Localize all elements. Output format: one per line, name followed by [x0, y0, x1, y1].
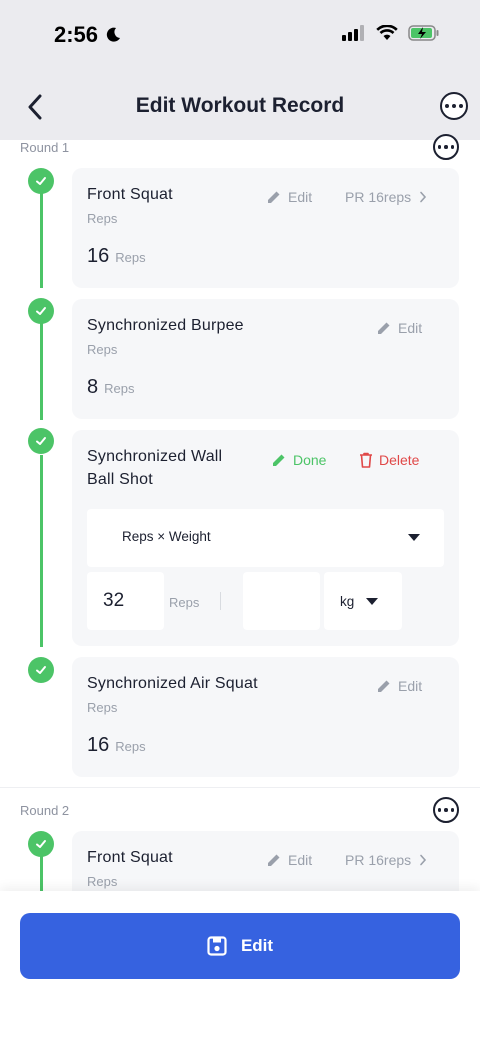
exercise-name: Synchronized Wall Ball Shot — [87, 445, 222, 491]
more-dot-icon — [459, 104, 463, 108]
bottom-bar: Edit — [0, 891, 480, 1041]
timeline-line — [40, 193, 43, 288]
exercise-value: 16 Reps — [87, 245, 146, 268]
exercise-value-number: 8 — [87, 376, 99, 398]
round-1-label: Round 1 — [20, 140, 70, 155]
exercise-card[interactable]: Synchronized Burpee Reps 8 Reps Edit — [72, 299, 459, 419]
caret-down-icon — [408, 534, 420, 541]
exercise-name-line: Synchronized Wall — [87, 448, 223, 465]
edit-button[interactable]: Edit — [376, 678, 422, 694]
pencil-icon — [268, 854, 280, 866]
cellular-signal-icon — [342, 25, 364, 41]
pr-link[interactable]: PR 16reps — [345, 852, 427, 868]
trash-icon — [360, 452, 372, 468]
more-dot-icon — [445, 104, 449, 108]
pencil-icon — [378, 680, 390, 692]
done-label: Done — [293, 452, 327, 468]
chevron-right-icon — [420, 854, 427, 866]
nav-bar: Edit Workout Record — [0, 72, 480, 140]
exercise-type: Reps — [87, 700, 118, 715]
exercise-type: Reps — [87, 211, 118, 226]
wifi-icon — [376, 25, 398, 40]
round-1-more-button[interactable] — [433, 134, 459, 160]
edit-button[interactable]: Edit — [266, 189, 312, 205]
exercise-card-editing[interactable]: Synchronized Wall Ball Shot Done Delete … — [72, 430, 459, 646]
completed-check-icon — [28, 831, 54, 857]
reps-unit-label: Reps — [169, 595, 200, 610]
weight-input[interactable] — [243, 572, 320, 630]
status-time: 2:56 — [54, 22, 122, 48]
exercise-value-unit: Reps — [115, 250, 146, 265]
exercise-card[interactable]: Front Squat Reps 16 Reps Edit PR 16reps — [72, 168, 459, 288]
caret-down-icon — [366, 598, 378, 605]
edit-label: Edit — [398, 678, 423, 694]
timeline-line — [40, 856, 43, 896]
save-icon — [207, 936, 227, 956]
status-icons — [342, 25, 440, 41]
completed-check-icon — [28, 657, 54, 683]
page-title: Edit Workout Record — [135, 94, 345, 117]
pencil-icon — [268, 191, 280, 203]
battery-charging-icon — [408, 25, 439, 41]
edit-label: Edit — [398, 320, 423, 336]
more-dot-icon — [452, 104, 456, 108]
weight-unit-value: kg — [340, 594, 355, 609]
exercise-name: Front Squat — [87, 186, 173, 203]
chevron-right-icon — [420, 191, 427, 203]
status-time-text: 2:56 — [54, 22, 99, 47]
pencil-icon — [378, 322, 390, 334]
round-2-more-button[interactable] — [433, 797, 459, 823]
exercise-value-unit: Reps — [104, 381, 135, 396]
round-divider — [0, 787, 480, 788]
exercise-name: Synchronized Burpee — [87, 317, 244, 334]
save-edit-label: Edit — [240, 936, 274, 955]
edit-button[interactable]: Edit — [266, 852, 312, 868]
weight-unit-select[interactable]: kg — [324, 572, 402, 630]
completed-check-icon — [28, 428, 54, 454]
pr-label: PR 16reps — [345, 189, 412, 205]
completed-check-icon — [28, 298, 54, 324]
timeline-line — [40, 323, 43, 420]
more-options-button[interactable] — [440, 92, 468, 120]
exercise-value: 8 Reps — [87, 376, 134, 399]
done-button[interactable]: Done — [271, 452, 326, 468]
exercise-value-number: 16 — [87, 245, 110, 267]
reps-input[interactable]: 32 — [87, 572, 164, 630]
record-type-value: Reps × Weight — [122, 529, 211, 544]
exercise-name-line: Ball Shot — [87, 471, 153, 488]
status-bar: 2:56 — [0, 0, 480, 72]
exercise-name: Synchronized Air Squat — [87, 675, 258, 692]
exercise-value-unit: Reps — [115, 739, 146, 754]
exercise-type: Reps — [87, 874, 118, 889]
exercise-type: Reps — [87, 342, 118, 357]
record-type-select[interactable]: Reps × Weight — [87, 509, 444, 567]
edit-label: Edit — [288, 852, 313, 868]
pencil-icon — [273, 454, 285, 466]
delete-label: Delete — [379, 452, 420, 468]
pr-label: PR 16reps — [345, 852, 412, 868]
edit-button[interactable]: Edit — [376, 320, 422, 336]
save-edit-button[interactable]: Edit — [20, 913, 460, 979]
timeline-line — [40, 455, 43, 647]
exercise-card[interactable]: Synchronized Air Squat Reps 16 Reps Edit — [72, 657, 459, 777]
field-divider — [220, 592, 221, 610]
pr-link[interactable]: PR 16reps — [345, 189, 427, 205]
edit-label: Edit — [288, 189, 313, 205]
exercise-name: Front Squat — [87, 849, 173, 866]
completed-check-icon — [28, 168, 54, 194]
delete-button[interactable]: Delete — [359, 452, 419, 468]
round-2-label: Round 2 — [20, 803, 70, 818]
exercise-value-number: 16 — [87, 734, 110, 756]
reps-input-value: 32 — [103, 590, 125, 611]
exercise-value: 16 Reps — [87, 734, 146, 757]
moon-icon — [106, 27, 121, 42]
